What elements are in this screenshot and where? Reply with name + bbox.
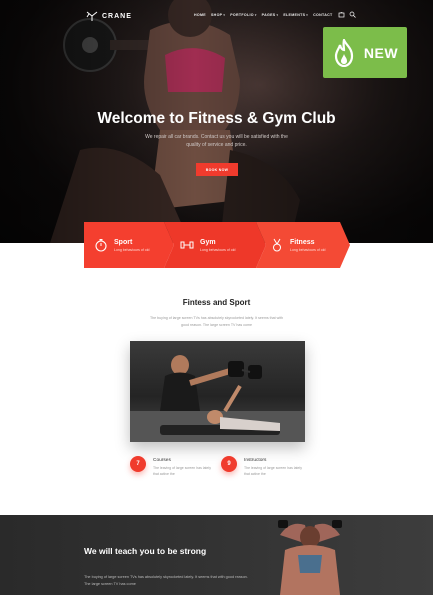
search-icon[interactable] [349, 11, 356, 18]
nav-item-contact[interactable]: CONTACT [313, 13, 332, 17]
feature-fitness[interactable]: Fitness Long behaviours of old [270, 222, 325, 268]
new-badge: NEW [323, 27, 407, 78]
training-photo [130, 341, 305, 442]
feature-bar: Sport Long behaviours of old Gym Long beha… [84, 222, 350, 268]
stat-courses: 7 Courses The leaving of large screen ha… [130, 456, 211, 477]
feature-desc: Long behaviours of old [290, 247, 326, 252]
stat-number: 9 [221, 456, 237, 472]
nav-label: ELEMENTS [283, 13, 306, 17]
stat-label: Instructors [244, 458, 267, 463]
hero-title: Welcome to Fitness & Gym Club [97, 110, 336, 127]
nav-label: PORTFOLIO [230, 13, 254, 17]
nav-label: HOME [194, 13, 206, 17]
chevron-down-icon: ▾ [276, 13, 279, 17]
crane-logo-icon [86, 11, 98, 21]
strength-section: We will teach you to be strong The buyin… [0, 515, 433, 595]
hero-subtitle: We repair all car brands. Contact us you… [145, 134, 288, 148]
strength-title: We will teach you to be strong [84, 546, 207, 556]
cart-icon[interactable] [338, 11, 345, 18]
book-now-button[interactable]: BOOK NOW [196, 163, 238, 176]
chevron-down-icon: ▾ [254, 13, 257, 17]
feature-title: Sport [114, 238, 133, 246]
training-photo-image [130, 355, 305, 442]
chevron-down-icon: ▾ [306, 13, 309, 17]
feature-gym[interactable]: Gym Long behaviours of old [180, 222, 235, 268]
flame-icon [334, 38, 354, 67]
nav-label: PAGES [261, 13, 276, 17]
new-label: NEW [363, 44, 399, 61]
feature-desc: Long behaviours of old [114, 247, 150, 252]
stat-label: Courses [153, 458, 171, 463]
stat-desc: The leaving of large screen has lately t… [244, 466, 302, 476]
feature-desc: Long behaviours of old [200, 247, 236, 252]
stat-number: 7 [130, 456, 146, 472]
section-text: The buying of large screen TVs has absol… [149, 316, 284, 327]
nav-item-shop[interactable]: SHOP ▾ [211, 13, 225, 17]
feature-title: Fitness [290, 238, 315, 246]
dumbbell-icon [180, 241, 194, 249]
medal-icon [273, 238, 281, 252]
stat-desc: The leaving of large screen has lately t… [153, 466, 211, 476]
nav-item-pages[interactable]: PAGES ▾ [262, 13, 279, 17]
main-menu: HOME SHOP ▾ PORTFOLIO ▾ PAGES ▾ ELEMENTS ▾ C… [194, 13, 333, 17]
nav-label: CONTACT [313, 13, 333, 17]
section-title: Fintess and Sport [182, 298, 251, 307]
nav-icons [338, 11, 356, 18]
nav-item-elements[interactable]: ELEMENTS ▾ [283, 13, 308, 17]
nav-item-home[interactable]: HOME [194, 13, 206, 17]
brand-logo[interactable]: CRANE [86, 10, 132, 22]
strength-text: The buying of large screen TVs has absol… [84, 575, 248, 586]
nav-label: SHOP [210, 13, 223, 17]
strength-athlete-image [278, 520, 342, 595]
brand-name: CRANE [102, 12, 132, 20]
feature-title: Gym [200, 238, 216, 246]
nav-item-portfolio[interactable]: PORTFOLIO ▾ [230, 13, 256, 17]
stat-instructors: 9 Instructors The leaving of large scree… [221, 456, 302, 477]
stopwatch-icon [95, 239, 107, 252]
chevron-down-icon: ▾ [223, 13, 226, 17]
feature-sport[interactable]: Sport Long behaviours of old [94, 222, 149, 268]
